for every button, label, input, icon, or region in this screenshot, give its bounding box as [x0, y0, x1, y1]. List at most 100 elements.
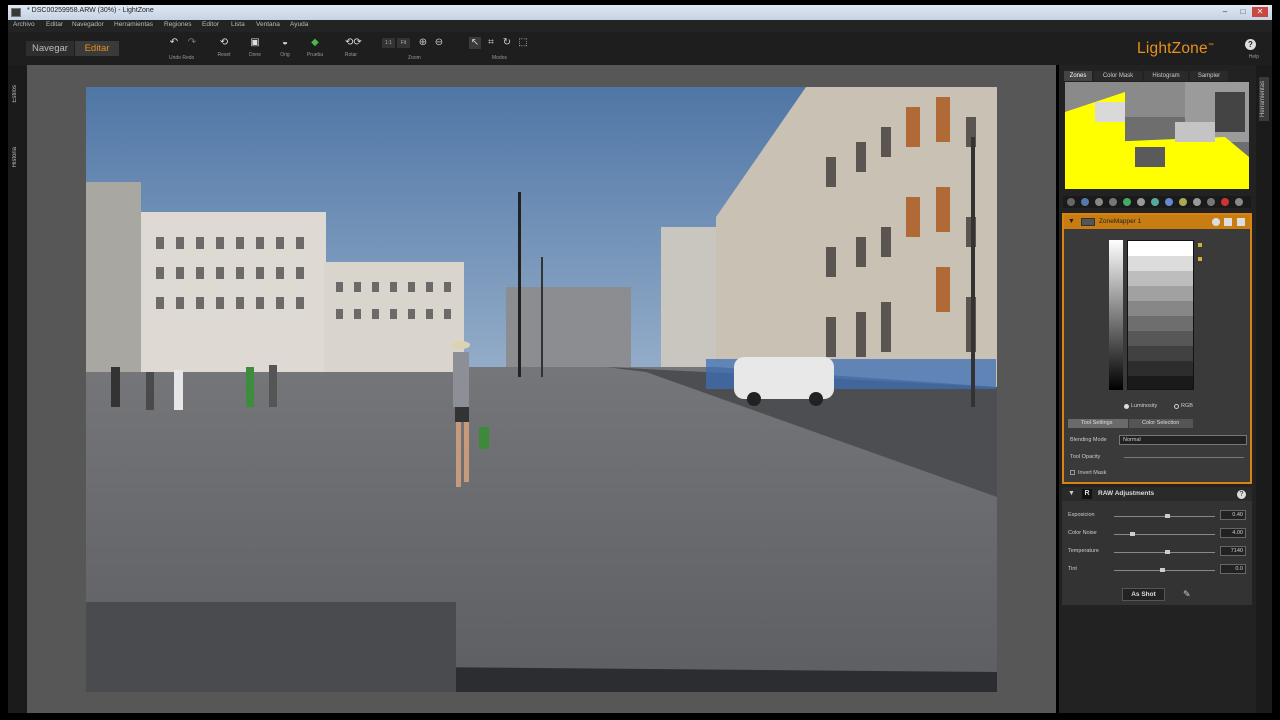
zonemapper-panel: ▼ ZoneMapper 1 Luminosity RGB Tool Setti…: [1062, 213, 1252, 484]
invert-mask-checkbox[interactable]: [1070, 470, 1075, 475]
collapse-icon[interactable]: ▼: [1068, 218, 1075, 225]
menu-item-navegador[interactable]: Navegador: [72, 21, 104, 28]
raw-slider-thumb[interactable]: [1164, 550, 1170, 554]
street-photo: [86, 87, 997, 692]
tone-tool-icon[interactable]: [1081, 198, 1089, 206]
tool-opacity-label: Tool Opacity: [1070, 454, 1101, 460]
menu-item-regiones[interactable]: Regiones: [164, 21, 191, 28]
zoom-label: Zoom: [408, 55, 421, 61]
zone-marker-icon[interactable]: [1198, 243, 1202, 247]
eyedropper-icon[interactable]: ✎: [1183, 589, 1191, 600]
edit-mode-button[interactable]: Editar: [75, 41, 119, 56]
tab-tool-settings[interactable]: Tool Settings: [1068, 419, 1128, 428]
luminosity-label: Luminosity: [1131, 403, 1158, 409]
opacity-slider[interactable]: [1124, 457, 1244, 458]
eye-icon: ◒: [281, 37, 289, 48]
rotate-button[interactable]: ⟲⟳ Rotar: [338, 35, 364, 63]
undo-redo-label: Undo Redo: [169, 55, 195, 61]
crop-tool-icon[interactable]: ⌗: [485, 37, 497, 49]
toolbar: Navegar Editar ↶ ↷ Undo Redo ⟲ Reset ▣ Don…: [8, 32, 1272, 65]
menu-item-herramientas[interactable]: Herramientas: [114, 21, 153, 28]
region-tool-icon[interactable]: ⬚: [517, 37, 529, 49]
raw-row-label: Exposicion: [1068, 512, 1095, 518]
zonemapper-tool-icon[interactable]: [1067, 198, 1075, 206]
whitebalance-tool-icon[interactable]: [1151, 198, 1159, 206]
raw-value-field[interactable]: 0.0: [1220, 564, 1246, 574]
noise-tool-icon[interactable]: [1179, 198, 1187, 206]
raw-value-field[interactable]: 4.00: [1220, 528, 1246, 538]
raw-slider-thumb[interactable]: [1164, 514, 1170, 518]
menu-item-editor[interactable]: Editor: [202, 21, 219, 28]
lightzone-logo: LightZone™: [1137, 40, 1214, 57]
redeye-tool-icon[interactable]: [1221, 198, 1229, 206]
menubar: Archivo Editar Navegador Herramientas Re…: [8, 20, 1272, 32]
invert-mask-label: Invert Mask: [1078, 470, 1107, 476]
close-button[interactable]: ✕: [1252, 7, 1268, 17]
raw-value-field[interactable]: 7140: [1220, 546, 1246, 556]
reset-button[interactable]: ⟲ Reset: [211, 35, 237, 63]
sharpen-tool-icon[interactable]: [1095, 198, 1103, 206]
as-shot-button[interactable]: As Shot: [1122, 588, 1165, 601]
zoom-in-icon[interactable]: ⊕: [417, 37, 429, 49]
rotate-tool-icon[interactable]: ↻: [501, 37, 513, 49]
app-icon: [11, 8, 21, 17]
save-icon: ▣: [250, 37, 260, 48]
rgb-radio[interactable]: [1174, 404, 1179, 409]
browse-mode-button[interactable]: Navegar: [26, 41, 74, 56]
tab-color-selection[interactable]: Color Selection: [1129, 419, 1193, 428]
styles-tab[interactable]: Estilos: [12, 85, 22, 103]
tools-tab[interactable]: Herramientas: [1259, 77, 1269, 122]
window-titlebar: * DSC00259958.ARW (30%) - LightZone – □ …: [8, 5, 1272, 20]
zone-steps[interactable]: [1127, 240, 1194, 390]
maximize-button[interactable]: □: [1236, 7, 1250, 17]
more-tools-icon[interactable]: [1235, 198, 1243, 206]
blur-tool-icon[interactable]: [1109, 198, 1117, 206]
zonemapper-icon: [1081, 218, 1095, 226]
raw-value-field[interactable]: 0.40: [1220, 510, 1246, 520]
raw-row-label: Tint: [1068, 566, 1077, 572]
zoom-out-icon[interactable]: ⊖: [433, 37, 445, 49]
help-icon[interactable]: [1212, 218, 1220, 226]
hue-tool-icon[interactable]: [1123, 198, 1131, 206]
balance-tool-icon[interactable]: [1165, 198, 1173, 206]
luminosity-radio[interactable]: [1124, 404, 1129, 409]
menu-item-archivo[interactable]: Archivo: [13, 21, 35, 28]
menu-item-lista[interactable]: Lista: [231, 21, 245, 28]
zonemapper-header: ▼ ZoneMapper 1: [1064, 215, 1250, 229]
menu-item-editar[interactable]: Editar: [46, 21, 63, 28]
tab-histogram[interactable]: Histogram: [1144, 71, 1188, 81]
minimize-button[interactable]: –: [1218, 7, 1232, 17]
rgb-label: RGB: [1181, 403, 1193, 409]
zoom-fit-button[interactable]: Fit: [397, 38, 410, 48]
orig-button[interactable]: ◒ Orig: [272, 35, 298, 63]
menu-item-ayuda[interactable]: Ayuda: [290, 21, 308, 28]
menu-item-ventana[interactable]: Ventana: [256, 21, 280, 28]
color-tool-icon[interactable]: [1137, 198, 1145, 206]
done-button[interactable]: ▣ Done: [242, 35, 268, 63]
help-label: Help: [1248, 54, 1259, 60]
raw-slider[interactable]: [1114, 534, 1215, 535]
tool-icons-bar: [1063, 196, 1251, 208]
modes-label: Modos: [492, 55, 508, 61]
rotate-icon: ⟲⟳: [345, 37, 362, 48]
close-icon[interactable]: [1237, 218, 1245, 226]
zone-marker-icon[interactable]: [1198, 257, 1202, 261]
raw-slider-thumb[interactable]: [1130, 532, 1136, 536]
clone-tool-icon[interactable]: [1193, 198, 1201, 206]
proof-button[interactable]: ◆ Prueba: [302, 35, 328, 63]
right-side-strip: Herramientas: [1256, 65, 1272, 713]
redo-icon: ↷: [187, 37, 197, 48]
zoom-1to1-button[interactable]: 1:1: [382, 38, 395, 48]
tab-sampler[interactable]: Sampler: [1190, 71, 1228, 81]
zones-preview-image: [1065, 82, 1249, 189]
tab-zones[interactable]: Zones: [1064, 71, 1092, 81]
photo-image[interactable]: [86, 87, 997, 692]
help-icon[interactable]: ?: [1245, 39, 1256, 50]
spot-tool-icon[interactable]: [1207, 198, 1215, 206]
arrow-tool-icon[interactable]: ↖: [469, 37, 481, 49]
tab-color-mask[interactable]: Color Mask: [1094, 71, 1142, 81]
history-tab[interactable]: Historia: [12, 147, 22, 167]
raw-slider-thumb[interactable]: [1160, 568, 1166, 572]
blending-mode-select[interactable]: Normal: [1119, 435, 1247, 445]
enable-checkbox-icon[interactable]: [1224, 218, 1232, 226]
